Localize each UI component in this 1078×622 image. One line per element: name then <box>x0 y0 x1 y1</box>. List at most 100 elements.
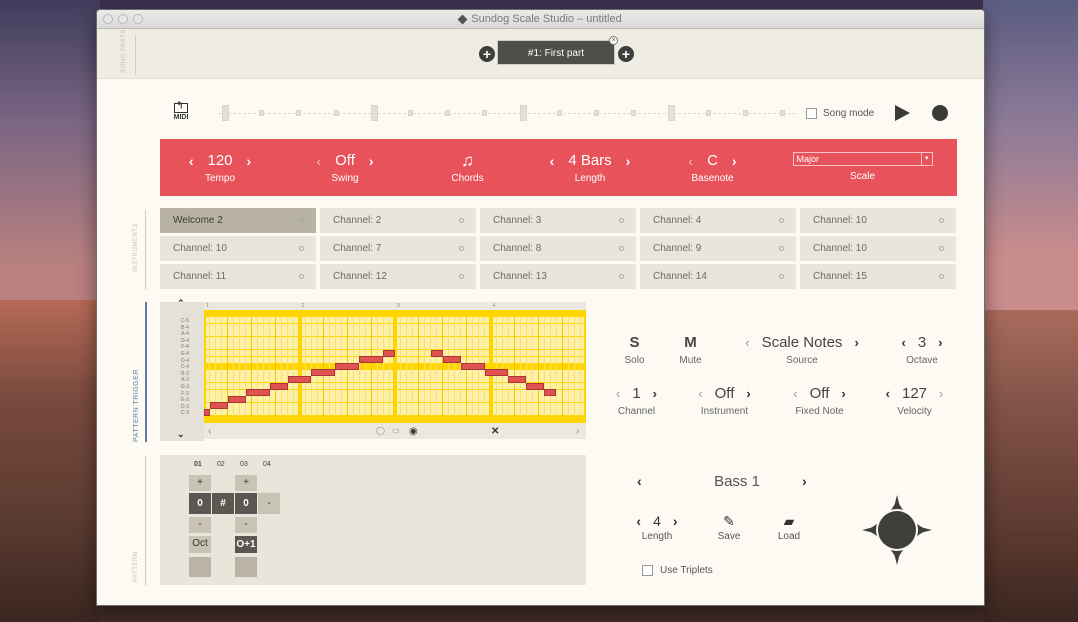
instrument-slot[interactable]: Channel: 4 <box>640 208 796 233</box>
note-block[interactable] <box>383 349 395 357</box>
step-slot[interactable] <box>235 557 257 577</box>
play-icon[interactable] <box>895 105 910 121</box>
note-block[interactable] <box>508 375 527 383</box>
save-button[interactable]: ✎ Save <box>709 513 749 542</box>
timeline-step-marker[interactable] <box>519 105 527 121</box>
note-block[interactable] <box>526 382 545 390</box>
instrument-slot[interactable]: Channel: 3 <box>480 208 636 233</box>
step-value[interactable]: # <box>212 493 234 514</box>
scroll-right-icon[interactable]: › <box>576 426 579 437</box>
timeline-step-marker[interactable] <box>631 110 637 116</box>
source-next-icon[interactable]: › <box>854 335 858 350</box>
piano-key-label[interactable]: A-3 <box>175 377 195 383</box>
preset-next-icon[interactable]: › <box>802 473 807 489</box>
instrument-slot[interactable]: Channel: 14 <box>640 264 796 289</box>
piano-key-label[interactable]: B-3 <box>175 371 195 377</box>
swing-increase-icon[interactable]: › <box>369 152 374 170</box>
pattern-length-increase-icon[interactable]: › <box>673 513 678 531</box>
song-mode-checkbox[interactable] <box>806 108 817 119</box>
basenote-decrease-icon[interactable]: ‹ <box>688 152 693 170</box>
octave-step-value[interactable]: O+1 <box>235 536 257 553</box>
timeline-step-marker[interactable] <box>594 110 599 116</box>
basenote-increase-icon[interactable]: › <box>732 152 737 170</box>
close-window-button[interactable] <box>103 14 113 24</box>
instrument-slot[interactable]: Channel: 10 <box>800 236 956 261</box>
scroll-left-icon[interactable]: ‹ <box>208 426 211 437</box>
piano-key-label[interactable]: G-3 <box>175 384 195 390</box>
timeline-step-marker[interactable] <box>370 105 378 121</box>
timeline-step-marker[interactable] <box>445 110 451 116</box>
note-block[interactable] <box>544 389 557 397</box>
tempo-increase-icon[interactable]: › <box>247 152 252 170</box>
note-block[interactable] <box>311 369 336 377</box>
use-triplets-toggle[interactable]: Use Triplets <box>642 565 713 576</box>
note-block[interactable] <box>359 356 384 364</box>
instrument-slot[interactable]: Channel: 11 <box>160 264 316 289</box>
instrument-slot[interactable]: Channel: 10 <box>160 236 316 261</box>
note-block[interactable] <box>335 362 360 370</box>
piano-key-label[interactable]: F-4 <box>175 344 195 350</box>
song-mode-toggle[interactable]: Song mode <box>806 108 874 119</box>
piano-key-label[interactable]: E-4 <box>175 351 195 357</box>
note-block[interactable] <box>209 402 228 410</box>
load-button[interactable]: ▰ Load <box>769 513 809 542</box>
timeline-step-marker[interactable] <box>222 105 229 121</box>
note-grid[interactable] <box>204 310 586 423</box>
zoom-window-button[interactable] <box>133 14 143 24</box>
step-value[interactable]: 0 <box>235 493 257 514</box>
chords-button[interactable]: ♫ Chords <box>420 139 515 196</box>
instrument-next-icon[interactable]: › <box>746 386 750 401</box>
instrument-slot[interactable]: Welcome 2 <box>160 208 316 233</box>
note-block[interactable] <box>484 369 509 377</box>
piano-key-label[interactable]: C-5 <box>175 318 195 324</box>
timeline-step-marker[interactable] <box>333 110 339 116</box>
instrument-slot[interactable]: Channel: 8 <box>480 236 636 261</box>
song-timeline[interactable] <box>218 104 796 122</box>
velocity-increase-icon[interactable]: › <box>939 386 943 401</box>
timeline-step-marker[interactable] <box>482 110 488 116</box>
rectangle-icon[interactable]: ▭ <box>392 426 400 435</box>
instrument-slot[interactable]: Channel: 2 <box>320 208 476 233</box>
piano-key-label[interactable]: E-3 <box>175 397 195 403</box>
timeline-step-marker[interactable] <box>296 110 302 116</box>
note-block[interactable] <box>269 382 288 390</box>
instrument-slot[interactable]: Channel: 9 <box>640 236 796 261</box>
fixed-note-prev-icon[interactable]: ‹ <box>793 386 797 401</box>
note-block[interactable] <box>287 375 312 383</box>
timeline-step-marker[interactable] <box>780 110 785 116</box>
instrument-slot[interactable]: Channel: 12 <box>320 264 476 289</box>
close-icon[interactable]: ✕ <box>491 426 499 437</box>
mute-button[interactable]: M Mute <box>673 334 708 366</box>
piano-key-label[interactable]: C-3 <box>175 410 195 416</box>
target-icon[interactable]: ◉ <box>409 426 418 437</box>
preset-prev-icon[interactable]: ‹ <box>637 473 642 489</box>
piano-key-label[interactable]: B-4 <box>175 325 195 331</box>
step-value[interactable]: - <box>258 493 280 514</box>
instrument-prev-icon[interactable]: ‹ <box>698 386 702 401</box>
song-part-tab[interactable]: #1: First part × <box>497 36 618 65</box>
timeline-step-marker[interactable] <box>259 110 265 116</box>
timeline-step-marker[interactable] <box>668 105 676 121</box>
piano-key-label[interactable]: D-3 <box>175 404 195 410</box>
timeline-step-marker[interactable] <box>705 110 711 116</box>
step-value[interactable]: 0 <box>189 493 211 514</box>
step-increase-button[interactable]: + <box>189 475 211 491</box>
timeline-step-marker[interactable] <box>556 110 562 116</box>
instrument-slot[interactable]: Channel: 13 <box>480 264 636 289</box>
note-block[interactable] <box>460 362 485 370</box>
length-increase-icon[interactable]: › <box>626 152 631 170</box>
record-icon[interactable] <box>932 105 948 121</box>
piano-key-label[interactable]: D-4 <box>175 358 195 364</box>
note-block[interactable] <box>430 349 443 357</box>
tempo-decrease-icon[interactable]: ‹ <box>189 152 194 170</box>
scale-select[interactable]: Major ▾ <box>792 152 933 166</box>
length-decrease-icon[interactable]: ‹ <box>550 152 555 170</box>
scroll-up-icon[interactable]: ⌃ <box>177 298 185 309</box>
channel-increase-icon[interactable]: › <box>653 386 657 401</box>
scroll-down-icon[interactable]: ⌄ <box>177 429 185 440</box>
instrument-slot[interactable]: Channel: 10 <box>800 208 956 233</box>
octave-step-button[interactable]: Oct <box>189 536 211 553</box>
note-block[interactable] <box>442 356 461 364</box>
close-icon[interactable]: × <box>609 36 618 45</box>
compass-dial-icon[interactable] <box>862 495 932 565</box>
